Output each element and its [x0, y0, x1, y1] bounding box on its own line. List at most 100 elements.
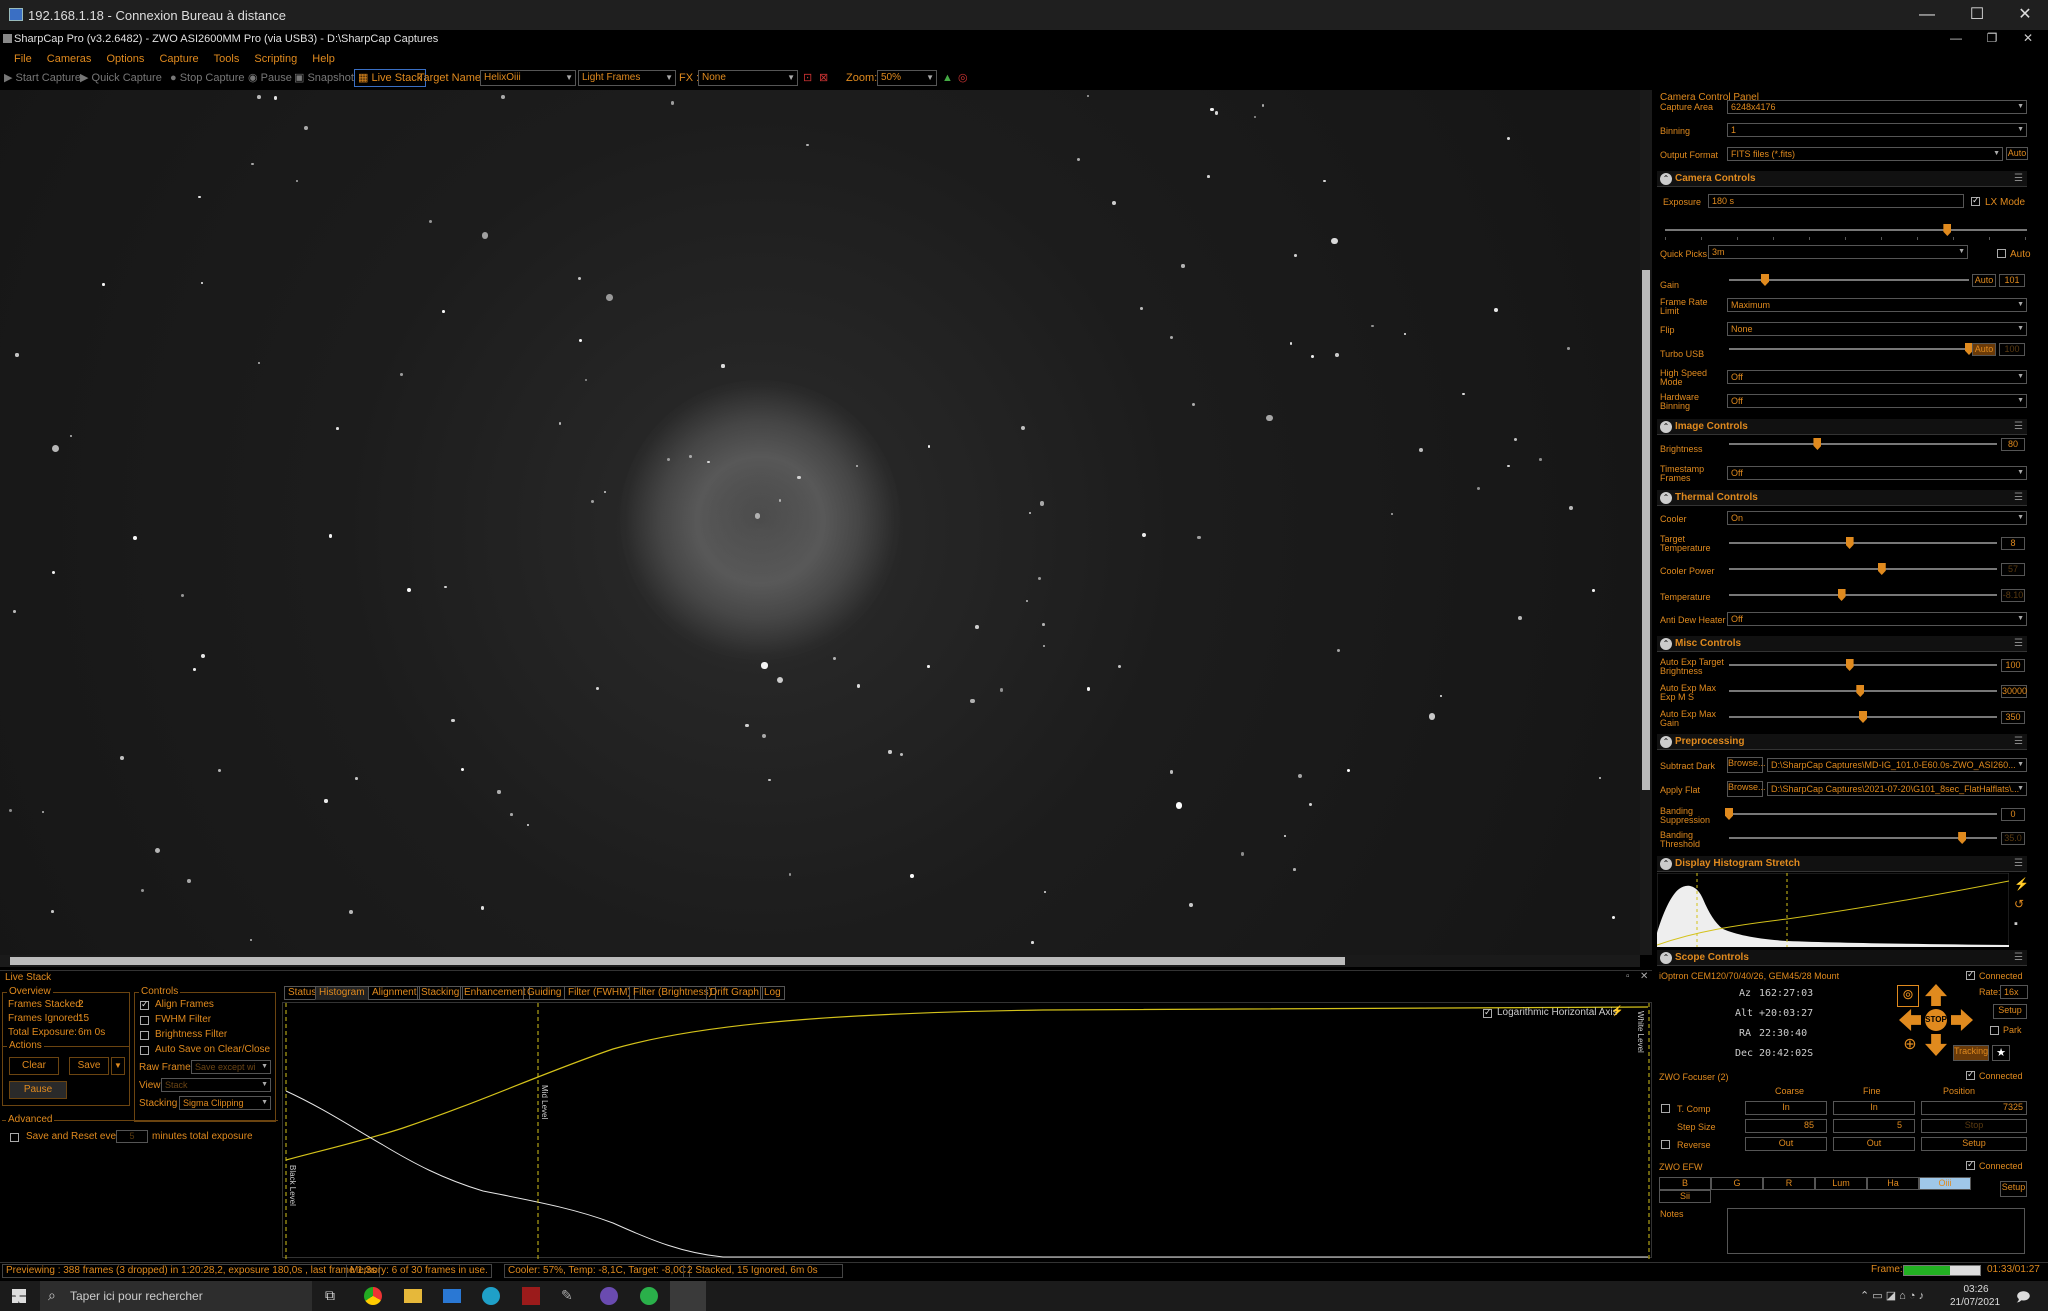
app-minimize-icon[interactable]: — [1944, 31, 1968, 45]
focuser-connected-checkbox[interactable] [1966, 1069, 1975, 1080]
move-south-icon[interactable] [1925, 1034, 1947, 1056]
target-temp-slider[interactable] [1729, 537, 1997, 549]
tracking-button[interactable]: Tracking [1953, 1045, 1989, 1061]
phd-icon[interactable] [640, 1287, 658, 1305]
collapse-icon[interactable]: ⌃ [1660, 736, 1672, 748]
pause-stack-button[interactable]: Pause [9, 1081, 67, 1099]
pause-button[interactable]: ◉ Pause [248, 71, 292, 85]
stop-capture-button[interactable]: ● Stop Capture [170, 71, 245, 85]
slider-thumb[interactable] [1761, 274, 1769, 286]
collapse-icon[interactable]: ⌃ [1660, 858, 1672, 870]
fine-step-input[interactable]: 5 [1833, 1119, 1915, 1133]
timestamp-select[interactable]: Off ▼ [1727, 466, 2027, 480]
slider-thumb[interactable] [1877, 563, 1886, 575]
maximize-icon[interactable]: ☐ [1960, 4, 1994, 26]
thermal-controls-header[interactable]: ⌃ Thermal Controls ☰ [1657, 490, 2027, 506]
save-options-chevron-icon[interactable]: ▼ [111, 1057, 125, 1075]
apply-flat-select[interactable]: D:\SharpCap Captures\2021-07-20\G101_8se… [1767, 782, 2027, 796]
app-red-icon[interactable] [522, 1287, 540, 1305]
quick-picks-auto-checkbox[interactable] [1997, 249, 2006, 258]
menu-scripting[interactable]: Scripting [254, 50, 297, 68]
menu-icon[interactable]: ☰ [2014, 638, 2023, 649]
camera-controls-header[interactable]: ⌃ Camera Controls ☰ [1657, 171, 2027, 187]
collapse-icon[interactable]: ⌃ [1660, 638, 1672, 650]
menu-cameras[interactable]: Cameras [47, 50, 92, 68]
start-capture-button[interactable]: ▶ Start Capture [4, 71, 81, 85]
tab-guiding[interactable]: Guiding [523, 986, 566, 1000]
fx-select[interactable]: None ▼ [698, 70, 798, 86]
tab-alignment[interactable]: Alignment [368, 986, 421, 1000]
save-icon[interactable]: ▪ [2014, 919, 2018, 930]
stop-button[interactable]: STOP [1925, 1009, 1947, 1031]
output-auto-button[interactable]: Auto [2006, 147, 2028, 160]
display-stretch-histogram[interactable] [1657, 873, 2009, 947]
planetarium-icon[interactable] [600, 1287, 618, 1305]
align-frames-checkbox[interactable] [140, 999, 149, 1010]
filter-b-button[interactable]: B [1659, 1177, 1711, 1190]
lx-mode-checkbox[interactable] [1971, 195, 1980, 206]
binning-select[interactable]: 1 ▼ [1727, 123, 2027, 137]
filter-sii-button[interactable]: Sii [1659, 1190, 1711, 1203]
banding-threshold-slider[interactable] [1729, 832, 1997, 844]
tab-enhancement[interactable]: Enhancement [460, 986, 530, 1000]
tab-drift-graph[interactable]: Drift Graph [706, 986, 763, 1000]
slider-thumb[interactable] [1845, 659, 1854, 671]
slider-thumb[interactable] [1813, 438, 1822, 450]
output-format-select[interactable]: FITS files (*.fits) ▼ [1727, 147, 2003, 161]
menu-icon[interactable]: ☰ [2014, 952, 2023, 963]
reverse-checkbox[interactable] [1661, 1140, 1670, 1149]
tab-log[interactable]: Log [760, 986, 785, 1000]
auto-exp-target-value[interactable]: 100 [2001, 659, 2025, 672]
menu-icon[interactable]: ☰ [2014, 858, 2023, 869]
collapse-icon[interactable]: ⌃ [1660, 173, 1672, 185]
efw-setup-button[interactable]: Setup [2000, 1181, 2027, 1197]
filter-r-button[interactable]: R [1763, 1177, 1815, 1190]
fine-in-button[interactable]: In [1833, 1101, 1915, 1115]
filter-lum-button[interactable]: Lum [1815, 1177, 1867, 1190]
image-controls-header[interactable]: ⌃ Image Controls ☰ [1657, 419, 2027, 435]
menu-icon[interactable]: ☰ [2014, 736, 2023, 747]
slider-thumb[interactable] [1856, 685, 1865, 697]
sharpcap-taskbar-icon[interactable] [670, 1281, 706, 1311]
hw-binning-select[interactable]: Off ▼ [1727, 394, 2027, 408]
scope-controls-header[interactable]: ⌃ Scope Controls ☰ [1657, 950, 2027, 966]
fine-out-button[interactable]: Out [1833, 1137, 1915, 1151]
gain-value[interactable]: 101 [1999, 274, 2025, 287]
coarse-in-button[interactable]: In [1745, 1101, 1827, 1115]
gain-auto-button[interactable]: Auto [1972, 274, 1996, 287]
auto-exp-gain-value[interactable]: 350 [2001, 711, 2025, 724]
auto-exp-target-slider[interactable] [1729, 659, 1997, 671]
move-east-icon[interactable] [1951, 1009, 1973, 1031]
fwhm-filter-checkbox[interactable] [140, 1016, 149, 1025]
tab-histogram[interactable]: Histogram [315, 986, 369, 1000]
slider-thumb[interactable] [1837, 589, 1846, 601]
auto-stretch-icon[interactable]: ⚡ [1611, 1006, 1623, 1017]
brightness-filter-checkbox[interactable] [140, 1031, 149, 1040]
menu-icon[interactable]: ☰ [2014, 173, 2023, 184]
save-reset-checkbox[interactable] [10, 1133, 19, 1142]
tray-icons[interactable]: ⌃ ▭ ◪ ⌂ ◔ ♪ [1860, 1289, 1924, 1302]
tab-stacking[interactable]: Stacking [417, 986, 464, 1000]
mail-icon[interactable] [443, 1289, 461, 1303]
clock-time[interactable]: 03:26 [1956, 1284, 1996, 1295]
slider-thumb[interactable] [1958, 832, 1967, 844]
reticle-icon[interactable]: ⊡ [803, 71, 812, 85]
histogram-icon[interactable]: ▲ [942, 71, 953, 85]
rate-select[interactable]: 16x [2000, 985, 2028, 999]
notes-textarea[interactable] [1727, 1208, 2025, 1254]
filter-g-button[interactable]: G [1711, 1177, 1763, 1190]
live-stack-button[interactable]: ▦ Live Stack [354, 69, 427, 87]
image-viewer[interactable] [0, 90, 1640, 955]
mount-connected-checkbox[interactable] [1966, 969, 1975, 980]
auto-exp-max-value[interactable]: 30000 [2001, 685, 2027, 698]
gain-slider[interactable] [1729, 274, 1969, 286]
t-comp-checkbox[interactable] [1661, 1104, 1670, 1113]
file-explorer-icon[interactable] [404, 1289, 422, 1303]
cooler-select[interactable]: On ▼ [1727, 511, 2027, 525]
star-icon[interactable]: ★ [1992, 1045, 2010, 1061]
collapse-icon[interactable]: ⌃ [1660, 952, 1672, 964]
auto-exp-max-slider[interactable] [1729, 685, 1997, 697]
app-close-icon[interactable]: ✕ [2016, 31, 2040, 45]
tab-filter-fwhm[interactable]: Filter (FWHM) [564, 986, 635, 1000]
focuser-stop-button[interactable]: Stop [1921, 1119, 2027, 1133]
